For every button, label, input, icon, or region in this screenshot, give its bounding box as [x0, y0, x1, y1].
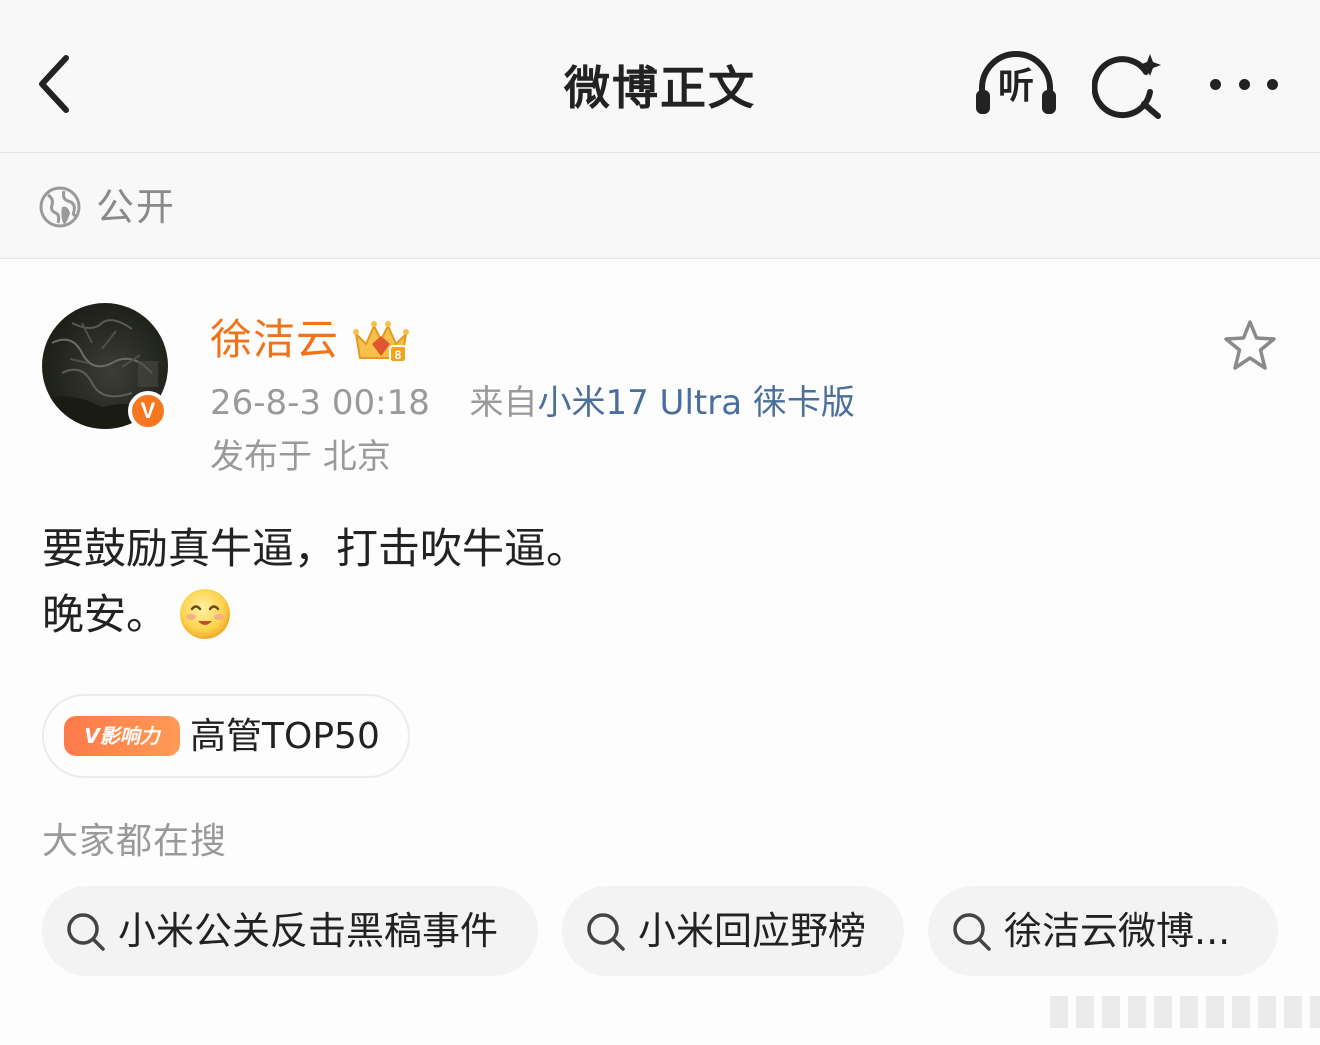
page-title: 微博正文	[564, 61, 756, 115]
svg-text:8: 8	[395, 348, 402, 362]
scroll-indicator	[1050, 996, 1320, 1028]
post-line-1: 要鼓励真牛逼，打击吹牛逼。	[42, 524, 589, 573]
trending-chip-label: 小米公关反击黑稿事件	[118, 909, 499, 953]
trending-chip[interactable]: 徐洁云微博...	[928, 886, 1278, 976]
crown-icon: 8	[353, 321, 409, 363]
more-button[interactable]	[1200, 60, 1288, 108]
trending-title: 大家都在搜	[42, 821, 228, 862]
trending-chip[interactable]: 小米公关反击黑稿事件	[42, 886, 538, 976]
source-prefix: 来自	[469, 383, 538, 423]
listen-button[interactable]: 听	[970, 48, 1062, 120]
influence-tag[interactable]: V影响力 高管TOP50	[42, 694, 410, 778]
author-name[interactable]: 徐洁云	[210, 312, 339, 368]
post-line-2: 晚安。	[42, 582, 1272, 648]
post-meta: 26-8-3 00:18 来自小米17 Ultra 徕卡版	[210, 380, 855, 426]
post-content: 要鼓励真牛逼，打击吹牛逼。 晚安。	[42, 516, 1272, 648]
post-location: 发布于 北京	[210, 437, 391, 477]
search-icon	[587, 913, 625, 951]
verified-badge: V	[128, 391, 168, 431]
search-icon	[67, 913, 105, 951]
listen-label: 听	[997, 66, 1034, 107]
trending-chip-label: 徐洁云微博...	[1004, 909, 1231, 953]
visibility-label: 公开	[96, 185, 177, 229]
back-button[interactable]	[22, 46, 86, 122]
trending-chip[interactable]: 小米回应野榜	[562, 886, 904, 976]
more-icon	[1210, 78, 1221, 90]
favorite-button[interactable]	[1222, 318, 1278, 374]
post-line-2-text: 晚安。	[42, 590, 169, 639]
influence-label: 高管TOP50	[190, 716, 380, 757]
search-button[interactable]	[1091, 50, 1168, 122]
globe-icon	[39, 186, 81, 228]
post-source-link[interactable]: 小米17 Ultra 徕卡版	[537, 383, 854, 423]
visibility-row: 公开	[0, 153, 1320, 259]
trending-chip-label: 小米回应野榜	[638, 909, 867, 953]
back-arrow-icon	[39, 55, 69, 113]
influence-badge: V影响力	[64, 716, 180, 756]
star-icon	[1224, 320, 1276, 370]
search-icon	[953, 913, 991, 951]
nav-bar: 微博正文 听	[0, 0, 1320, 153]
post-time: 26-8-3 00:18	[210, 383, 430, 423]
smile-emoji-icon	[180, 588, 231, 639]
search-sparkle-icon	[1091, 54, 1161, 119]
